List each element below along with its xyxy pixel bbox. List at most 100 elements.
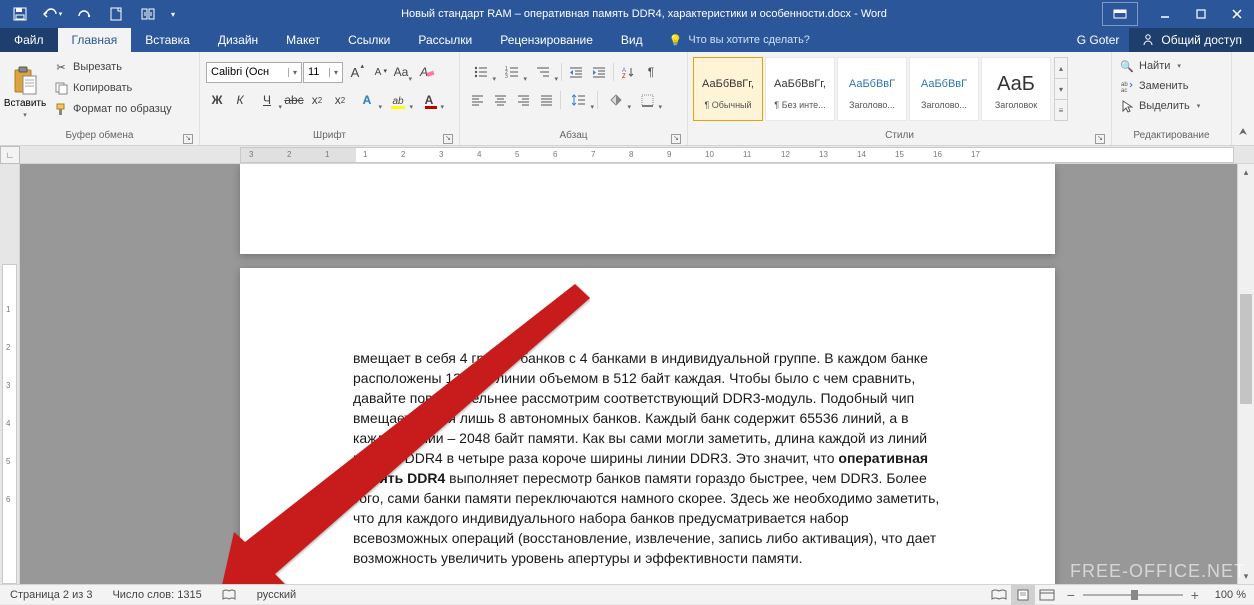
italic-button[interactable]: К [229,89,251,111]
shading-button[interactable]: ▾ [601,89,631,111]
subscript-button[interactable]: x2 [306,89,328,111]
zoom-percent[interactable]: 100 % [1207,585,1254,604]
copy-button[interactable]: Копировать [50,78,176,98]
search-icon: 🔍 [1120,59,1134,73]
gallery-down-button[interactable]: ▾ [1055,79,1067,100]
tab-layout[interactable]: Макет [272,28,334,52]
clipboard-launcher[interactable]: ↘ [183,134,193,144]
increase-indent-button[interactable] [588,61,610,83]
style-normal[interactable]: АаБбВвГг,¶ Обычный [693,57,763,121]
tell-me-search[interactable]: 💡 Что вы хотите сделать? [657,28,822,52]
highlight-button[interactable]: ab▾ [383,89,413,111]
style-no-spacing[interactable]: АаБбВвГг,¶ Без инте... [765,57,835,121]
view-read-mode[interactable] [987,585,1011,605]
replace-button[interactable]: abacЗаменить [1116,76,1204,96]
share-button[interactable]: Общий доступ [1129,28,1254,52]
zoom-slider[interactable] [1083,585,1183,605]
line-spacing-button[interactable]: ▾ [564,89,594,111]
format-painter-button[interactable]: Формат по образцу [50,99,176,119]
align-center-button[interactable] [489,89,511,111]
minimize-button[interactable] [1148,0,1182,28]
tab-mailings[interactable]: Рассылки [404,28,486,52]
account-name[interactable]: G Goter [1067,28,1130,52]
bullets-button[interactable]: ▾ [466,61,496,83]
zoom-in-button[interactable]: + [1183,585,1207,605]
grow-font-button[interactable]: A▴ [344,61,366,83]
find-button[interactable]: 🔍Найти▾ [1116,56,1204,76]
decrease-indent-button[interactable] [565,61,587,83]
select-button[interactable]: Выделить▾ [1116,96,1204,116]
align-left-button[interactable] [466,89,488,111]
tab-design[interactable]: Дизайн [204,28,272,52]
zoom-out-button[interactable]: − [1059,585,1083,605]
page-2[interactable]: вмещает в себя 4 группы банков с 4 банка… [240,268,1055,584]
numbering-button[interactable]: 123▾ [497,61,527,83]
text-effects-button[interactable]: A▾ [352,89,382,111]
horizontal-ruler[interactable]: 3211234567891011121314151617 [240,147,1234,163]
vertical-ruler[interactable]: 123456 [0,164,20,584]
scroll-down-button[interactable]: ▾ [1238,568,1254,584]
tab-home[interactable]: Главная [58,28,132,52]
view-print-layout[interactable] [1011,585,1035,605]
show-formatting-button[interactable]: ¶ [640,61,662,83]
bold-button[interactable]: Ж [206,89,228,111]
align-right-button[interactable] [512,89,534,111]
close-button[interactable] [1220,0,1254,28]
page-1[interactable] [240,164,1055,254]
font-color-button[interactable]: A▾ [414,89,444,111]
tab-references[interactable]: Ссылки [334,28,404,52]
tab-insert[interactable]: Вставка [131,28,204,52]
group-label-styles: Стили↘ [692,130,1107,145]
tab-selector[interactable]: ∟ [0,146,20,164]
style-title[interactable]: АаБЗаголовок [981,57,1051,121]
replace-icon: abac [1120,79,1134,93]
font-size-combo[interactable]: 11▾ [303,62,343,83]
styles-launcher[interactable]: ↘ [1095,134,1105,144]
style-heading1[interactable]: АаБбВвГЗаголово... [837,57,907,121]
change-case-button[interactable]: Aa▾ [390,61,412,83]
touch-mode-button[interactable] [134,2,162,26]
group-clipboard: Вставить ▾ ✂Вырезать Копировать Формат п… [0,52,200,145]
tab-review[interactable]: Рецензирование [486,28,607,52]
find-label: Найти [1139,60,1170,72]
status-proofing[interactable] [212,585,247,604]
status-language[interactable]: русский [247,585,306,604]
paste-button[interactable]: Вставить ▾ [4,55,46,130]
svg-text:Z: Z [622,74,626,78]
sort-button[interactable]: AZ [617,61,639,83]
paragraph-launcher[interactable]: ↘ [671,134,681,144]
tab-view[interactable]: Вид [607,28,657,52]
multilevel-list-button[interactable]: ▾ [528,61,558,83]
strikethrough-button[interactable]: abc [283,89,305,111]
justify-button[interactable] [535,89,557,111]
superscript-button[interactable]: x2 [329,89,351,111]
cut-button[interactable]: ✂Вырезать [50,57,176,77]
font-launcher[interactable]: ↘ [443,134,453,144]
save-button[interactable] [6,2,34,26]
underline-button[interactable]: Ч▾ [252,89,282,111]
scroll-up-button[interactable]: ▴ [1238,164,1254,180]
font-name-combo[interactable]: Calibri (Осн▾ [206,62,302,83]
qat-customize-button[interactable]: ▾ [166,2,180,26]
collapse-ribbon-button[interactable]: ⮝ [1234,123,1252,141]
style-heading2[interactable]: АаБбВвГЗаголово... [909,57,979,121]
gallery-more-button[interactable]: ≡ [1055,100,1067,120]
gallery-up-button[interactable]: ▴ [1055,58,1067,79]
new-doc-button[interactable] [102,2,130,26]
document-body-text[interactable]: вмещает в себя 4 группы банков с 4 банка… [353,348,943,584]
status-word-count[interactable]: Число слов: 1315 [102,585,211,604]
scroll-thumb[interactable] [1240,294,1252,404]
view-web-layout[interactable] [1035,585,1059,605]
clear-formatting-button[interactable]: A [413,61,435,83]
undo-button[interactable]: ▾ [38,2,66,26]
shrink-font-button[interactable]: A▾ [367,61,389,83]
ribbon-display-options-button[interactable] [1102,2,1138,26]
borders-button[interactable]: ▾ [632,89,662,111]
status-page[interactable]: Страница 2 из 3 [0,585,102,604]
maximize-button[interactable] [1184,0,1218,28]
tab-file[interactable]: Файл [0,28,58,52]
group-label-paragraph: Абзац↘ [464,130,683,145]
pages-container: вмещает в себя 4 группы банков с 4 банка… [20,164,1237,584]
redo-button[interactable] [70,2,98,26]
vertical-scrollbar[interactable]: ▴ ▾ [1237,164,1254,584]
